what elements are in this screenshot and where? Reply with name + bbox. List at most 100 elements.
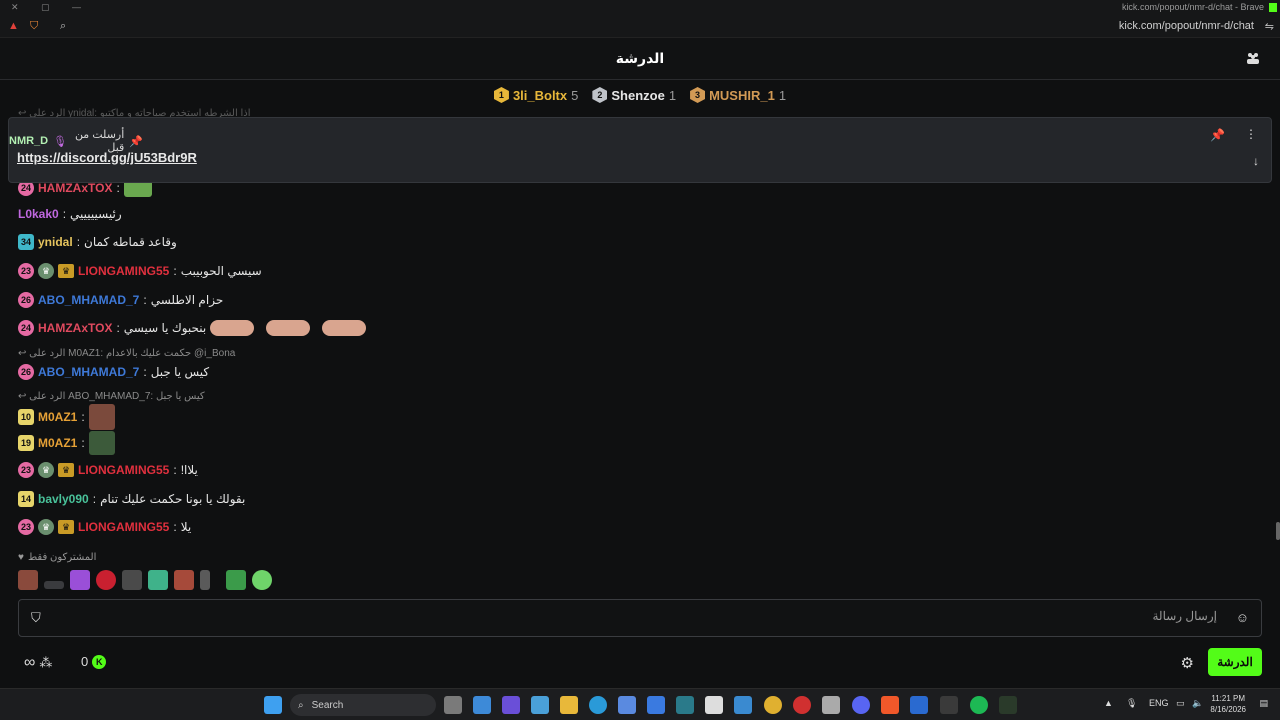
sub-badge[interactable]: 24	[18, 320, 34, 336]
quick-emote[interactable]	[252, 570, 272, 590]
chat-message: 26 ABO_MHAMAD_7 : حزام الاطلسي	[18, 292, 223, 308]
leaderboard-entry[interactable]: 2 Shenzoe 1	[592, 87, 676, 103]
language-indicator[interactable]: ENG	[1149, 698, 1169, 708]
brave-icon[interactable]	[881, 696, 899, 714]
app-icon[interactable]	[647, 696, 665, 714]
pinned-link[interactable]: https://discord.gg/jU53Bdr9R	[17, 150, 197, 165]
minimize-icon[interactable]: —	[72, 2, 81, 12]
quick-emote[interactable]	[18, 570, 38, 590]
points-display[interactable]: 0 K	[81, 654, 107, 669]
username[interactable]: LIONGAMING55	[78, 463, 169, 477]
mic-icon[interactable]: 🎙	[1126, 698, 1137, 709]
scrollbar-thumb[interactable]	[1276, 522, 1280, 540]
windows-icon[interactable]	[264, 696, 282, 714]
sub-badge[interactable]: 23	[18, 263, 34, 279]
unpin-icon[interactable]: 📌	[1210, 128, 1225, 142]
more-icon[interactable]: ⋮	[1245, 127, 1257, 141]
leaderboard-entry[interactable]: 1 3li_Boltx 5	[493, 87, 578, 103]
username[interactable]: HAMZAxTOX	[38, 321, 112, 335]
edge-icon[interactable]	[589, 696, 607, 714]
file-explorer-icon[interactable]	[560, 696, 578, 714]
username[interactable]: ABO_MHAMAD_7	[38, 293, 139, 307]
send-button[interactable]: الدرشة	[1208, 648, 1262, 676]
scroll-down-icon[interactable]: ↓	[1253, 154, 1259, 168]
chat-input[interactable]	[59, 609, 1217, 623]
quick-emote[interactable]	[174, 570, 194, 590]
quick-emote[interactable]	[70, 570, 90, 590]
sub-badge[interactable]: 23	[18, 462, 34, 478]
app-icon[interactable]	[734, 696, 752, 714]
settings-icon[interactable]: ⚙	[1181, 654, 1194, 672]
steam-icon[interactable]	[910, 696, 928, 714]
app-icon[interactable]	[822, 696, 840, 714]
pinned-user[interactable]: NMR_D	[9, 135, 48, 147]
sub-badge[interactable]: 34	[18, 234, 34, 250]
finger-emote[interactable]	[210, 320, 255, 336]
discord-icon[interactable]	[852, 696, 870, 714]
username[interactable]: LIONGAMING55	[78, 264, 169, 278]
quick-emote[interactable]	[200, 570, 210, 590]
face-emote[interactable]	[88, 431, 115, 455]
crown-badge-icon[interactable]: ♛	[58, 264, 74, 278]
app-icon[interactable]	[999, 696, 1017, 714]
quick-emote[interactable]	[226, 570, 246, 590]
leaderboard-entry[interactable]: 3 MUSHIR_1 1	[690, 87, 786, 103]
username[interactable]: ynidal	[38, 235, 73, 249]
username[interactable]: bavly090	[38, 492, 89, 506]
username[interactable]: L0kak0	[18, 207, 59, 221]
taskbar-search[interactable]: ⌕ Search	[290, 694, 436, 716]
app-icon[interactable]	[705, 696, 723, 714]
clock[interactable]: 11:21 PM 8/16/2026	[1210, 693, 1246, 715]
username[interactable]: ABO_MHAMAD_7	[38, 365, 139, 379]
gifter-badge-icon[interactable]: ♛	[38, 462, 54, 478]
app-icon[interactable]	[502, 696, 520, 714]
volume-icon[interactable]: 🔈	[1192, 698, 1203, 709]
crown-badge-icon[interactable]: ♛	[58, 463, 74, 477]
app-icon[interactable]	[676, 696, 694, 714]
users-icon[interactable]	[1246, 51, 1260, 68]
sub-badge[interactable]: 19	[18, 435, 34, 451]
shield-icon[interactable]: ⛉	[31, 610, 41, 626]
address-text[interactable]: kick.com/popout/nmr-d/chat	[1119, 20, 1254, 32]
store-icon[interactable]	[618, 696, 636, 714]
sub-badge[interactable]: 23	[18, 519, 34, 535]
sub-badge[interactable]: 26	[18, 364, 34, 380]
quick-emote[interactable]	[44, 581, 64, 589]
app-icon[interactable]	[473, 696, 491, 714]
brave-rewards-icon[interactable]: ▲	[8, 20, 19, 32]
app-icon[interactable]	[531, 696, 549, 714]
notifications-icon[interactable]: ▤	[1259, 698, 1268, 709]
network-icon[interactable]: ▭	[1176, 698, 1185, 709]
chrome-icon[interactable]	[764, 696, 782, 714]
face-emote[interactable]	[88, 404, 115, 430]
gifter-badge-icon[interactable]: ♛	[38, 263, 54, 279]
quick-emote[interactable]	[96, 570, 116, 590]
colon: :	[173, 264, 177, 278]
task-view-icon[interactable]	[444, 696, 462, 714]
molecule-icon: ⁂	[39, 655, 53, 670]
tray-overflow-icon[interactable]: ▲	[1104, 698, 1113, 708]
finger-emote[interactable]	[266, 320, 311, 336]
emoji-icon[interactable]: ☺	[1236, 610, 1249, 625]
username[interactable]: HAMZAxTOX	[38, 181, 112, 195]
sub-badge[interactable]: 26	[18, 292, 34, 308]
crown-badge-icon[interactable]: ♛	[58, 520, 74, 534]
close-icon[interactable]: ✕	[11, 2, 19, 13]
username[interactable]: LIONGAMING55	[78, 520, 169, 534]
username[interactable]: M0AZ1	[38, 436, 77, 450]
username[interactable]: M0AZ1	[38, 410, 77, 424]
sub-badge[interactable]: 14	[18, 491, 34, 507]
maximize-icon[interactable]: ▢	[41, 2, 50, 13]
gifter-badge-icon[interactable]: ♛	[38, 519, 54, 535]
sub-badge[interactable]: 10	[18, 409, 34, 425]
permissions-icon[interactable]: ⇋	[1265, 20, 1274, 33]
brave-shield-icon[interactable]: ⛉	[30, 20, 38, 33]
infinity-button[interactable]: ∞ ⁂	[24, 654, 52, 672]
spotify-icon[interactable]	[970, 696, 988, 714]
search-icon[interactable]: ⌕	[60, 20, 66, 33]
quick-emote[interactable]	[122, 570, 142, 590]
finger-emote[interactable]	[322, 320, 367, 336]
quick-emote[interactable]	[148, 570, 168, 590]
app-icon[interactable]	[793, 696, 811, 714]
app-icon[interactable]	[940, 696, 958, 714]
